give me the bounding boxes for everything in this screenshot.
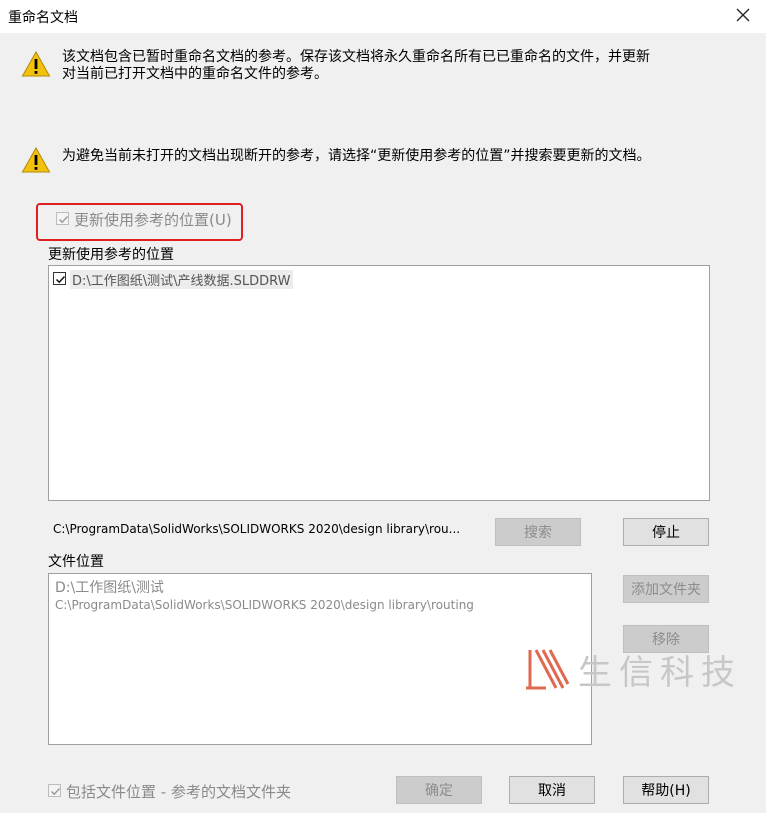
update-refs-checkbox[interactable] — [56, 212, 69, 225]
include-locations-checkbox[interactable] — [48, 784, 61, 797]
checkmark-icon — [55, 275, 66, 284]
ok-button[interactable]: 确定 — [396, 776, 482, 804]
search-button[interactable]: 搜索 — [495, 518, 581, 546]
list-item[interactable]: D:\工作图纸\测试\产线数据.SLDDRW — [70, 270, 293, 289]
list-item[interactable]: C:\ProgramData\SolidWorks\SOLIDWORKS 202… — [55, 598, 474, 612]
update-refs-list[interactable]: D:\工作图纸\测试\产线数据.SLDDRW — [48, 265, 710, 501]
message-line-3: 为避免当前未打开的文档出现断开的参考，请选择“更新使用参考的位置”并搜索要更新的… — [62, 148, 651, 164]
window-title: 重命名文档 — [8, 10, 78, 26]
warning-icon — [21, 50, 51, 77]
update-refs-checkbox-label[interactable]: 更新使用参考的位置(U) — [74, 209, 232, 230]
checkmark-icon — [58, 215, 69, 224]
update-refs-list-label: 更新使用参考的位置 — [48, 247, 174, 263]
list-item-checkbox[interactable] — [53, 272, 66, 285]
message-line-1: 该文档包含已暂时重命名文档的参考。保存该文档将永久重命名所有已已重命名的文件，并… — [62, 49, 650, 65]
watermark: 生信科技 — [524, 644, 754, 694]
file-locations-list[interactable]: D:\工作图纸\测试 C:\ProgramData\SolidWorks\SOL… — [48, 573, 592, 745]
message-line-2: 对当前已打开文档中的重命名文件的参考。 — [62, 66, 328, 82]
add-folder-button[interactable]: 添加文件夹 — [623, 575, 709, 603]
warning-icon — [21, 146, 51, 173]
file-locations-label: 文件位置 — [48, 554, 104, 570]
include-locations-label[interactable]: 包括文件位置 - 参考的文档文件夹 — [66, 781, 291, 802]
close-icon — [736, 8, 750, 22]
watermark-logo-icon — [526, 649, 570, 690]
list-item[interactable]: D:\工作图纸\测试 — [55, 577, 164, 597]
stop-button[interactable]: 停止 — [623, 518, 709, 546]
watermark-text: 生信科技 — [578, 652, 742, 693]
checkmark-icon — [50, 787, 61, 796]
close-button[interactable] — [734, 6, 752, 24]
search-path-text: C:\ProgramData\SolidWorks\SOLIDWORKS 202… — [53, 522, 461, 536]
cancel-button[interactable]: 取消 — [509, 776, 595, 804]
help-button[interactable]: 帮助(H) — [623, 776, 709, 804]
title-bar: 重命名文档 — [0, 0, 766, 33]
